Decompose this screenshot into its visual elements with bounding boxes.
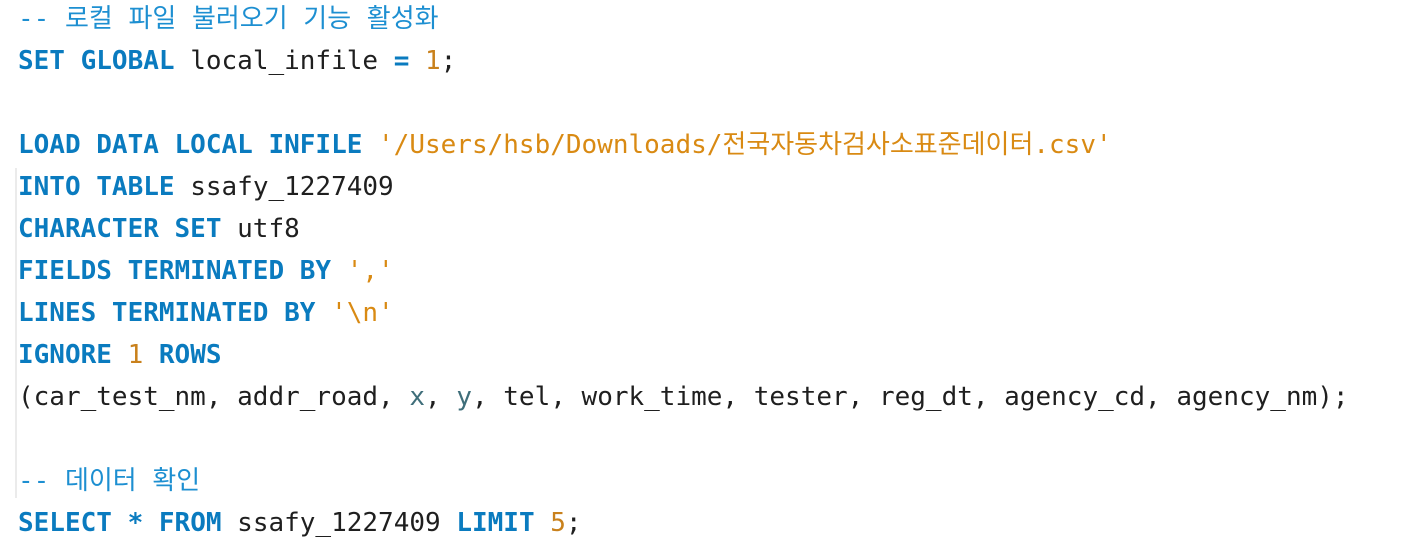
code-token-keyword: GLOBAL (80, 46, 175, 76)
code-token-variable: y (456, 382, 472, 412)
indent-guide (15, 168, 17, 498)
code-token-keyword: IGNORE (18, 340, 112, 370)
code-token-text: ; (440, 46, 457, 76)
code-token-variable: x (409, 382, 425, 412)
code-line[interactable]: -- 데이터 확인 (18, 460, 200, 502)
code-token-keyword: FROM (158, 508, 222, 538)
code-token-text: ; (565, 508, 582, 538)
code-token-keyword: ROWS (158, 340, 222, 370)
code-token-string: '\n' (331, 298, 394, 328)
code-token-number: 1 (127, 340, 144, 370)
code-line[interactable]: LINES TERMINATED BY '\n' (18, 292, 394, 334)
code-line[interactable]: (car_test_nm, addr_road, x, y, tel, work… (18, 376, 1349, 418)
code-line[interactable]: INTO TABLE ssafy_1227409 (18, 166, 394, 208)
code-token-keyword: LOAD DATA LOCAL INFILE (18, 130, 363, 160)
code-token-keyword: LINES TERMINATED BY (18, 298, 316, 328)
code-line[interactable]: IGNORE 1 ROWS (18, 334, 222, 376)
code-token-keyword: SET (18, 46, 65, 76)
code-token-number: 5 (550, 508, 566, 538)
code-line[interactable]: -- 로컬 파일 불러오기 기능 활성화 (18, 0, 439, 40)
code-editor[interactable]: -- 로컬 파일 불러오기 기능 활성화 SET GLOBAL local_inf… (0, 0, 1404, 550)
code-token-number: 1 (425, 46, 441, 76)
code-line[interactable]: SELECT * FROM ssafy_1227409 LIMIT 5; (18, 502, 582, 544)
code-token-keyword: CHARACTER SET (18, 214, 222, 244)
code-token-keyword: SELECT (18, 508, 112, 538)
code-token-text: (car_test_nm, addr_road, (18, 382, 410, 412)
code-token-keyword: INTO TABLE (18, 172, 175, 202)
code-token-keyword: = (393, 46, 410, 76)
code-token-text: , tel, work_time, tester, reg_dt, agency… (471, 382, 1349, 412)
code-token-text: , (425, 382, 457, 412)
code-token-comment: -- 데이터 확인 (18, 466, 201, 496)
code-token-string: '/Users/hsb/Downloads/전국자동차검사소표준데이터.csv' (378, 130, 1112, 160)
code-token-keyword: LIMIT (456, 508, 535, 538)
code-token-text: utf8 (221, 214, 300, 244)
code-line[interactable]: LOAD DATA LOCAL INFILE '/Users/hsb/Downl… (18, 124, 1112, 166)
code-token-text: ssafy_1227409 (221, 508, 457, 538)
code-token-comment: -- 로컬 파일 불러오기 기능 활성화 (18, 4, 439, 34)
code-line[interactable]: CHARACTER SET utf8 (18, 208, 300, 250)
code-line[interactable]: FIELDS TERMINATED BY ',' (18, 250, 394, 292)
code-token-string: ',' (346, 256, 394, 286)
code-token-keyword: * (127, 508, 144, 538)
code-token-keyword: FIELDS TERMINATED BY (18, 256, 332, 286)
code-token-text: local_infile (174, 46, 394, 76)
code-token-text: ssafy_1227409 (174, 172, 394, 202)
code-line[interactable]: SET GLOBAL local_infile = 1; (18, 40, 456, 82)
